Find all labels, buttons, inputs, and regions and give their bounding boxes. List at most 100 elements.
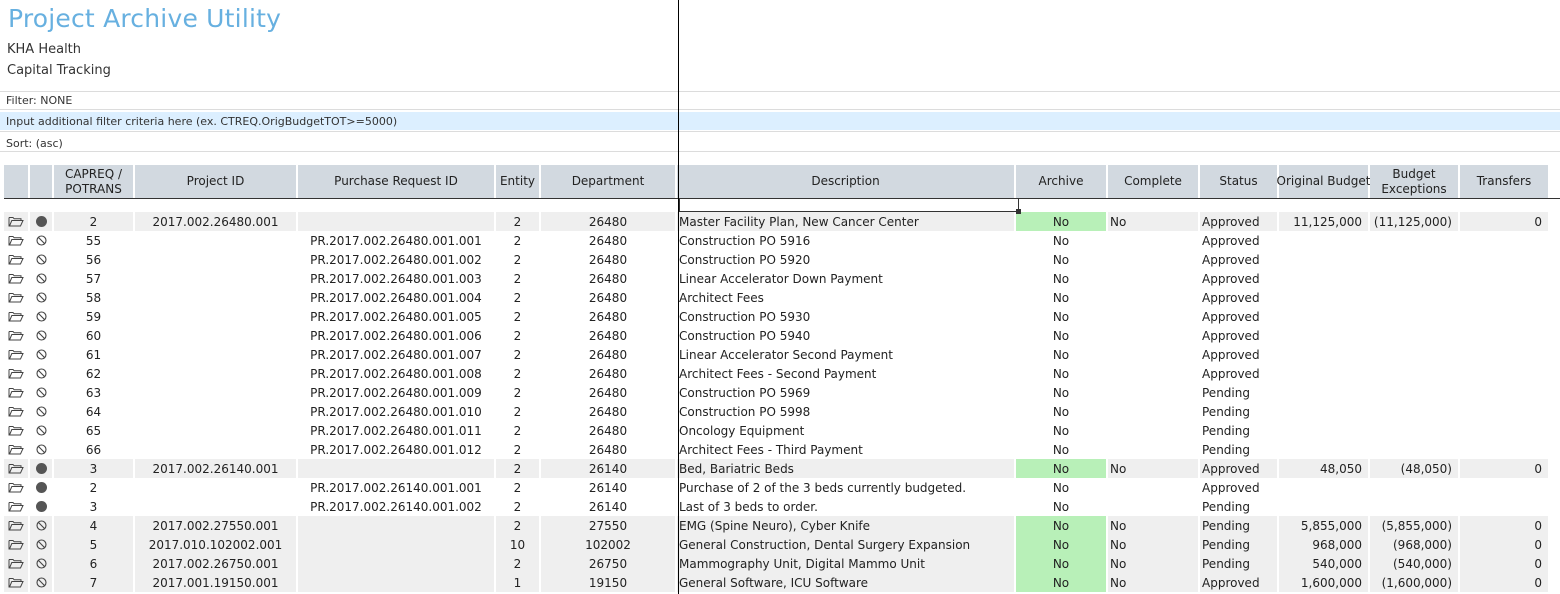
complete-cell[interactable]	[1108, 288, 1198, 307]
archive-cell[interactable]: No	[1016, 535, 1106, 554]
open-cell[interactable]	[4, 212, 28, 231]
header-original-budget[interactable]: Original Budget	[1277, 165, 1370, 198]
archive-cell[interactable]: No	[1016, 516, 1106, 535]
folder-open-icon[interactable]	[8, 558, 24, 569]
complete-cell[interactable]	[1108, 326, 1198, 345]
table-row[interactable]: 7 2017.001.19150.001 1 19150 General Sof…	[4, 573, 1560, 592]
table-row[interactable]: 61 PR.2017.002.26480.001.007 2 26480 Lin…	[4, 345, 1560, 364]
folder-open-icon[interactable]	[8, 273, 24, 284]
open-cell[interactable]	[4, 250, 28, 269]
open-cell[interactable]	[4, 497, 28, 516]
open-cell[interactable]	[4, 535, 28, 554]
complete-cell[interactable]: No	[1108, 554, 1198, 573]
folder-open-icon[interactable]	[8, 520, 24, 531]
folder-open-icon[interactable]	[8, 501, 24, 512]
folder-open-icon[interactable]	[8, 235, 24, 246]
table-row[interactable]: 2 2017.002.26480.001 2 26480 Master Faci…	[4, 212, 1560, 231]
table-row[interactable]: 55 PR.2017.002.26480.001.001 2 26480 Con…	[4, 231, 1560, 250]
archive-cell[interactable]: No	[1016, 402, 1106, 421]
complete-cell[interactable]	[1108, 402, 1198, 421]
open-cell[interactable]	[4, 269, 28, 288]
complete-cell[interactable]: No	[1108, 516, 1198, 535]
table-row[interactable]: 3 PR.2017.002.26140.001.002 2 26140 Last…	[4, 497, 1560, 516]
archive-cell[interactable]: No	[1016, 326, 1106, 345]
table-row[interactable]: 2 PR.2017.002.26140.001.001 2 26140 Purc…	[4, 478, 1560, 497]
fill-handle[interactable]	[1016, 209, 1021, 214]
header-transfers[interactable]: Transfers	[1460, 165, 1548, 198]
archive-cell[interactable]: No	[1016, 250, 1106, 269]
header-description[interactable]: Description	[677, 165, 1014, 198]
table-row[interactable]: 3 2017.002.26140.001 2 26140 Bed, Bariat…	[4, 459, 1560, 478]
header-status[interactable]: Status	[1200, 165, 1277, 198]
folder-open-icon[interactable]	[8, 406, 24, 417]
header-purchase-request-id[interactable]: Purchase Request ID	[298, 165, 494, 198]
open-cell[interactable]	[4, 383, 28, 402]
archive-cell[interactable]: No	[1016, 421, 1106, 440]
open-cell[interactable]	[4, 307, 28, 326]
table-row[interactable]: 56 PR.2017.002.26480.001.002 2 26480 Con…	[4, 250, 1560, 269]
archive-cell[interactable]: No	[1016, 269, 1106, 288]
folder-open-icon[interactable]	[8, 216, 24, 227]
open-cell[interactable]	[4, 478, 28, 497]
open-cell[interactable]	[4, 554, 28, 573]
archive-cell[interactable]: No	[1016, 497, 1106, 516]
header-marker-col[interactable]	[30, 165, 52, 198]
open-cell[interactable]	[4, 231, 28, 250]
header-budget-exceptions[interactable]: Budget Exceptions	[1370, 165, 1458, 198]
folder-open-icon[interactable]	[8, 539, 24, 550]
complete-cell[interactable]	[1108, 269, 1198, 288]
header-capreq[interactable]: CAPREQ / POTRANS	[54, 165, 133, 198]
complete-cell[interactable]	[1108, 383, 1198, 402]
open-cell[interactable]	[4, 288, 28, 307]
complete-cell[interactable]	[1108, 478, 1198, 497]
open-cell[interactable]	[4, 573, 28, 592]
archive-cell[interactable]: No	[1016, 364, 1106, 383]
complete-cell[interactable]: No	[1108, 459, 1198, 478]
archive-cell[interactable]: No	[1016, 573, 1106, 592]
table-row[interactable]: 62 PR.2017.002.26480.001.008 2 26480 Arc…	[4, 364, 1560, 383]
open-cell[interactable]	[4, 326, 28, 345]
open-cell[interactable]	[4, 516, 28, 535]
table-row[interactable]: 63 PR.2017.002.26480.001.009 2 26480 Con…	[4, 383, 1560, 402]
archive-cell[interactable]: No	[1016, 554, 1106, 573]
complete-cell[interactable]: No	[1108, 212, 1198, 231]
table-row[interactable]: 59 PR.2017.002.26480.001.005 2 26480 Con…	[4, 307, 1560, 326]
complete-cell[interactable]	[1108, 250, 1198, 269]
open-cell[interactable]	[4, 402, 28, 421]
table-row[interactable]: 5 2017.010.102002.001 10 102002 General …	[4, 535, 1560, 554]
open-cell[interactable]	[4, 440, 28, 459]
open-cell[interactable]	[4, 421, 28, 440]
complete-cell[interactable]: No	[1108, 573, 1198, 592]
archive-cell[interactable]: No	[1016, 212, 1106, 231]
pane-divider[interactable]	[678, 0, 679, 594]
table-row[interactable]: 57 PR.2017.002.26480.001.003 2 26480 Lin…	[4, 269, 1560, 288]
complete-cell[interactable]	[1108, 231, 1198, 250]
filter-criteria-input[interactable]	[0, 112, 1560, 130]
table-row[interactable]: 64 PR.2017.002.26480.001.010 2 26480 Con…	[4, 402, 1560, 421]
header-entity[interactable]: Entity	[496, 165, 539, 198]
header-project-id[interactable]: Project ID	[135, 165, 296, 198]
complete-cell[interactable]	[1108, 421, 1198, 440]
archive-cell[interactable]: No	[1016, 288, 1106, 307]
table-row[interactable]: 4 2017.002.27550.001 2 27550 EMG (Spine …	[4, 516, 1560, 535]
archive-cell[interactable]: No	[1016, 478, 1106, 497]
table-row[interactable]: 66 PR.2017.002.26480.001.012 2 26480 Arc…	[4, 440, 1560, 459]
complete-cell[interactable]	[1108, 440, 1198, 459]
complete-cell[interactable]	[1108, 497, 1198, 516]
archive-cell[interactable]: No	[1016, 459, 1106, 478]
open-cell[interactable]	[4, 459, 28, 478]
folder-open-icon[interactable]	[8, 482, 24, 493]
header-department[interactable]: Department	[541, 165, 675, 198]
folder-open-icon[interactable]	[8, 292, 24, 303]
table-row[interactable]: 6 2017.002.26750.001 2 26750 Mammography…	[4, 554, 1560, 573]
archive-cell[interactable]: No	[1016, 383, 1106, 402]
header-open-col[interactable]	[4, 165, 28, 198]
header-archive[interactable]: Archive	[1016, 165, 1106, 198]
folder-open-icon[interactable]	[8, 577, 24, 588]
complete-cell[interactable]	[1108, 364, 1198, 383]
open-cell[interactable]	[4, 345, 28, 364]
folder-open-icon[interactable]	[8, 425, 24, 436]
complete-cell[interactable]	[1108, 307, 1198, 326]
folder-open-icon[interactable]	[8, 349, 24, 360]
folder-open-icon[interactable]	[8, 444, 24, 455]
